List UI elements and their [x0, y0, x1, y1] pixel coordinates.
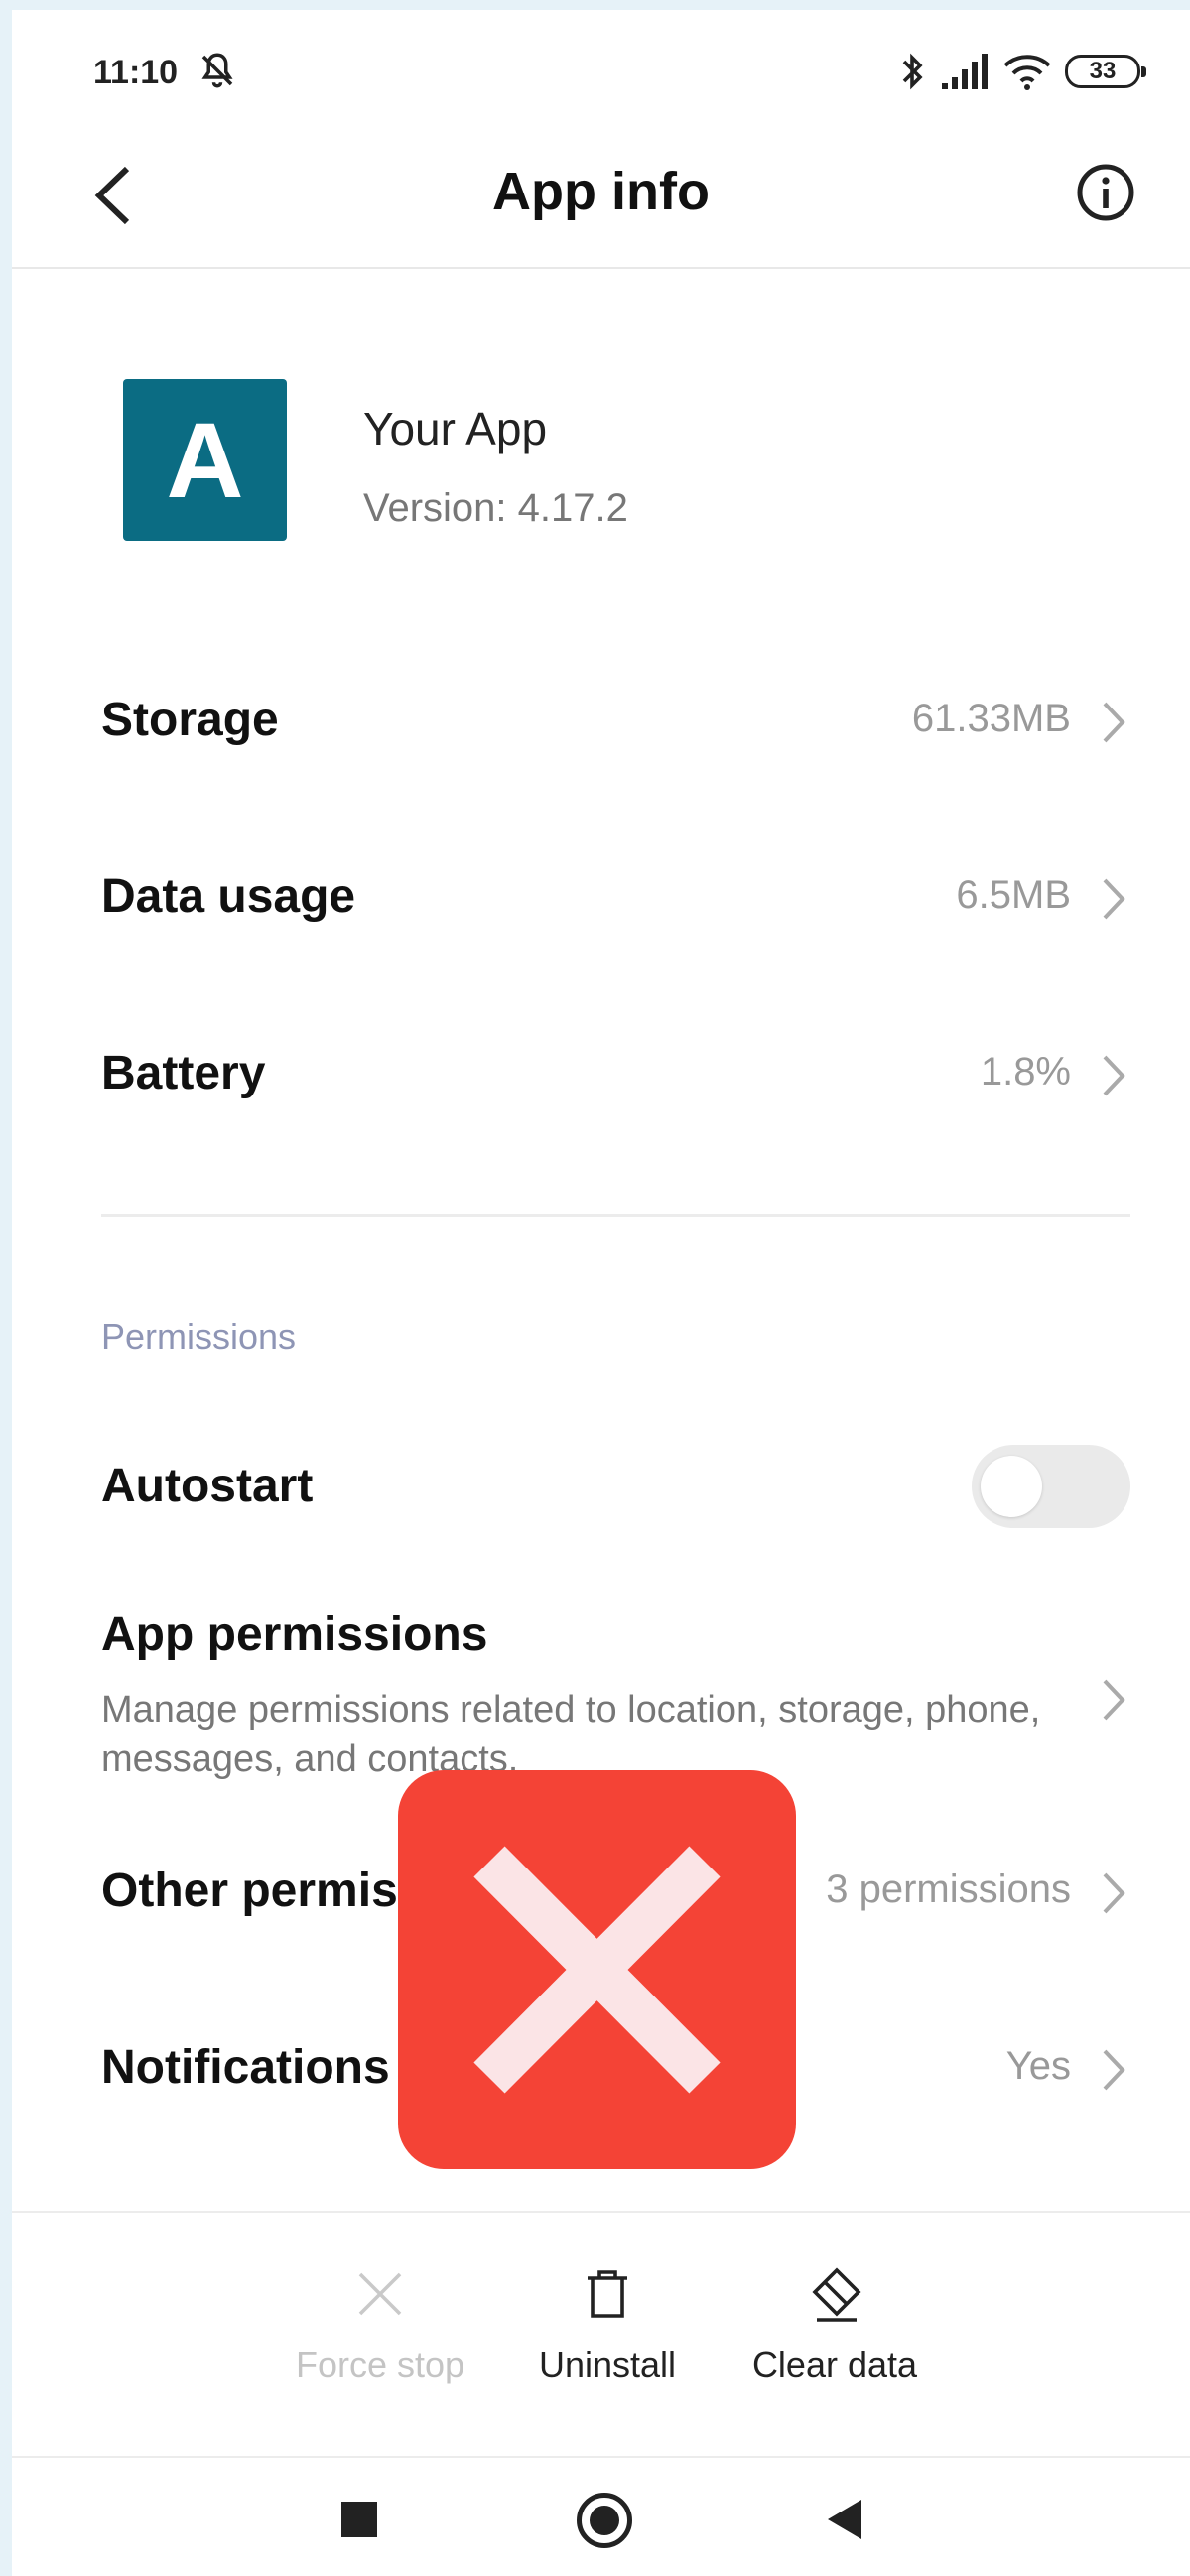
battery-label: Battery	[101, 1047, 266, 1099]
force-stop-button[interactable]: Force stop	[281, 2264, 479, 2385]
clear-data-button[interactable]: Clear data	[735, 2264, 934, 2385]
uninstall-button[interactable]: Uninstall	[508, 2264, 707, 2385]
clear-data-label: Clear data	[751, 2344, 918, 2384]
data-usage-row[interactable]: Data usage 6.5MB	[101, 841, 1130, 961]
autostart-label: Autostart	[101, 1460, 314, 1512]
header-divider	[12, 267, 1190, 269]
app-icon: A	[123, 379, 287, 541]
autostart-row[interactable]: Autostart	[101, 1431, 1130, 1550]
status-time: 11:10	[93, 54, 179, 91]
app-permissions-label: App permissions	[101, 1609, 488, 1661]
toggle-knob	[981, 1456, 1042, 1517]
app-name: Your App	[363, 403, 548, 454]
notifications-value: Yes	[1005, 2044, 1071, 2088]
chevron-right-icon	[1103, 878, 1125, 920]
eraser-icon	[812, 2267, 861, 2322]
close-icon	[358, 2272, 402, 2316]
notifications-muted-icon	[201, 53, 233, 88]
other-permissions-value: 3 permissions	[826, 1868, 1071, 1911]
chevron-right-icon	[1103, 2049, 1125, 2091]
actions-divider	[12, 2211, 1190, 2213]
storage-row[interactable]: Storage 61.33MB	[101, 665, 1130, 784]
storage-label: Storage	[101, 694, 279, 746]
recents-square-icon[interactable]	[341, 2502, 377, 2537]
section-divider	[101, 1214, 1130, 1217]
error-overlay	[398, 1770, 796, 2169]
info-icon[interactable]	[1074, 161, 1137, 224]
chevron-right-icon	[1103, 1679, 1125, 1721]
permissions-section-title: Permissions	[101, 1316, 297, 1356]
navigation-bar	[12, 2456, 1190, 2576]
app-permissions-description: Manage permissions related to location, …	[101, 1689, 1041, 1780]
signal-icon	[942, 54, 988, 89]
error-x-icon	[473, 1846, 721, 2094]
chevron-right-icon	[1103, 1055, 1125, 1096]
back-triangle-icon[interactable]	[828, 2500, 861, 2539]
data-usage-label: Data usage	[101, 870, 356, 923]
app-info-screen: 11:10 33 App info A Your App Version: 4.…	[12, 10, 1190, 2576]
page-title: App info	[492, 162, 710, 221]
battery-icon: 33	[1065, 55, 1146, 88]
battery-row[interactable]: Battery 1.8%	[101, 1018, 1130, 1137]
battery-value: 1.8%	[980, 1050, 1071, 1094]
other-permissions-label: Other permis	[101, 1865, 398, 1917]
storage-value: 61.33MB	[911, 697, 1071, 740]
autostart-toggle[interactable]	[972, 1445, 1130, 1528]
bluetooth-icon	[902, 53, 923, 90]
trash-icon	[588, 2270, 627, 2318]
app-version: Version: 4.17.2	[363, 486, 628, 530]
data-usage-value: 6.5MB	[956, 873, 1071, 917]
app-permissions-row[interactable]: App permissions Manage permissions relat…	[101, 1608, 1130, 1786]
home-circle-icon[interactable]	[577, 2493, 632, 2548]
force-stop-label: Force stop	[295, 2344, 465, 2384]
chevron-right-icon	[1103, 1872, 1125, 1914]
wifi-icon	[1003, 55, 1051, 90]
notifications-label: Notifications	[101, 2041, 390, 2094]
chevron-right-icon	[1103, 702, 1125, 743]
uninstall-label: Uninstall	[538, 2344, 677, 2384]
status-icons: 33	[898, 50, 1146, 93]
